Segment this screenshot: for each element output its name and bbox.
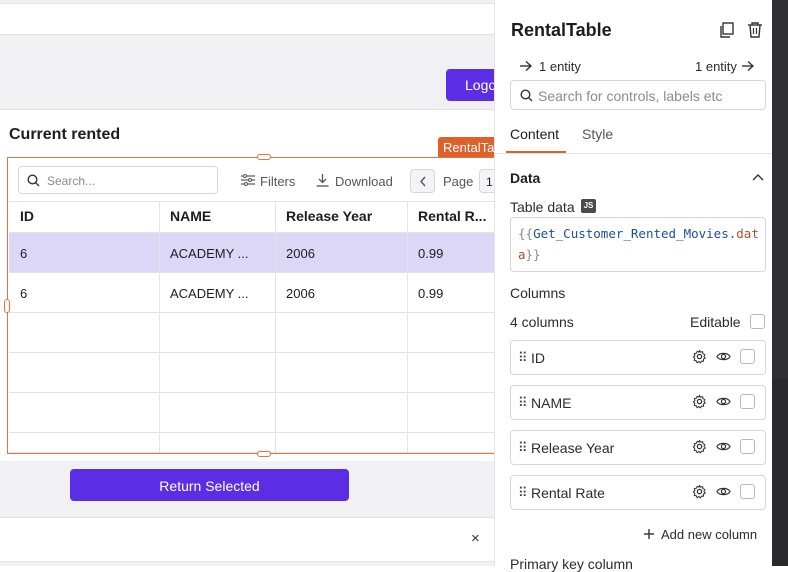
widget-selection-frame: [7, 157, 494, 454]
code-query-name: Get_Customer_Rented_Movies: [533, 226, 729, 241]
window-edge-top: [772, 0, 788, 378]
tab-style[interactable]: Style: [582, 126, 613, 142]
column-item-label: ID: [531, 350, 545, 366]
trash-icon[interactable]: [746, 21, 764, 39]
arrow-right-icon: [742, 60, 755, 72]
settings-gear-icon[interactable]: [692, 394, 707, 414]
data-section-title[interactable]: Data: [510, 170, 540, 186]
tabs-divider: [494, 153, 772, 154]
column-item-label: Rental Rate: [531, 485, 605, 501]
bottom-bar: [0, 517, 494, 562]
search-icon: [520, 89, 533, 102]
close-icon[interactable]: ×: [471, 530, 480, 547]
pane-search-placeholder: Search for controls, labels etc: [538, 88, 723, 104]
active-tab-indicator: [506, 151, 566, 153]
table-data-input[interactable]: {{Get_Customer_Rented_Movies.data}}: [510, 217, 766, 272]
drag-handle-icon[interactable]: ⠿: [518, 485, 527, 501]
columns-label: Columns: [510, 285, 566, 301]
add-new-column-label: Add new column: [661, 527, 758, 542]
copy-icon[interactable]: [718, 21, 736, 39]
visibility-eye-icon[interactable]: [716, 439, 731, 459]
logout-label: Logo: [465, 77, 494, 93]
resize-handle-top[interactable]: [257, 154, 271, 160]
pane-title[interactable]: RentalTable: [511, 20, 612, 41]
drag-handle-icon[interactable]: ⠿: [518, 440, 527, 456]
visibility-eye-icon[interactable]: [716, 394, 731, 414]
logout-button[interactable]: Logo: [446, 69, 494, 101]
column-editable-checkbox[interactable]: [740, 349, 755, 364]
tab-content[interactable]: Content: [510, 126, 559, 142]
visibility-eye-icon[interactable]: [716, 484, 731, 504]
window-edge: [772, 0, 788, 566]
incoming-entity-label: 1 entity: [539, 59, 581, 74]
column-item-label: NAME: [531, 395, 572, 411]
editable-label: Editable: [690, 314, 741, 330]
column-item-label: Release Year: [531, 440, 615, 456]
code-open-brace: {{: [518, 226, 534, 241]
card-title: Current rented: [9, 126, 121, 143]
column-editable-checkbox[interactable]: [740, 394, 755, 409]
arrow-right-icon: [520, 60, 533, 72]
drag-handle-icon[interactable]: ⠿: [518, 395, 527, 411]
columns-count: 4 columns: [510, 314, 574, 330]
table-data-label: Table data: [510, 199, 575, 215]
app-canvas: Logo Current rented Search... Filters Do…: [0, 0, 494, 566]
visibility-eye-icon[interactable]: [716, 349, 731, 369]
settings-gear-icon[interactable]: [692, 349, 707, 369]
return-selected-button[interactable]: Return Selected: [70, 469, 349, 501]
pane-search-input[interactable]: Search for controls, labels etc: [510, 80, 766, 110]
primary-key-label: Primary key column: [510, 556, 633, 572]
widget-name-tag[interactable]: RentalTable: [438, 137, 494, 157]
drag-handle-icon[interactable]: ⠿: [518, 350, 527, 366]
resize-handle-left[interactable]: [4, 299, 10, 313]
top-strip: [0, 3, 494, 35]
column-editable-checkbox[interactable]: [740, 439, 755, 454]
code-close-brace: }}: [525, 247, 541, 262]
settings-gear-icon[interactable]: [692, 484, 707, 504]
js-toggle-badge[interactable]: JS: [581, 199, 596, 213]
editable-all-checkbox[interactable]: [750, 314, 765, 329]
chevron-up-icon[interactable]: [752, 173, 764, 183]
column-editable-checkbox[interactable]: [740, 484, 755, 499]
settings-gear-icon[interactable]: [692, 439, 707, 459]
resize-handle-bottom[interactable]: [257, 451, 271, 457]
plus-icon: [644, 529, 654, 539]
outgoing-entity-label: 1 entity: [695, 59, 737, 74]
